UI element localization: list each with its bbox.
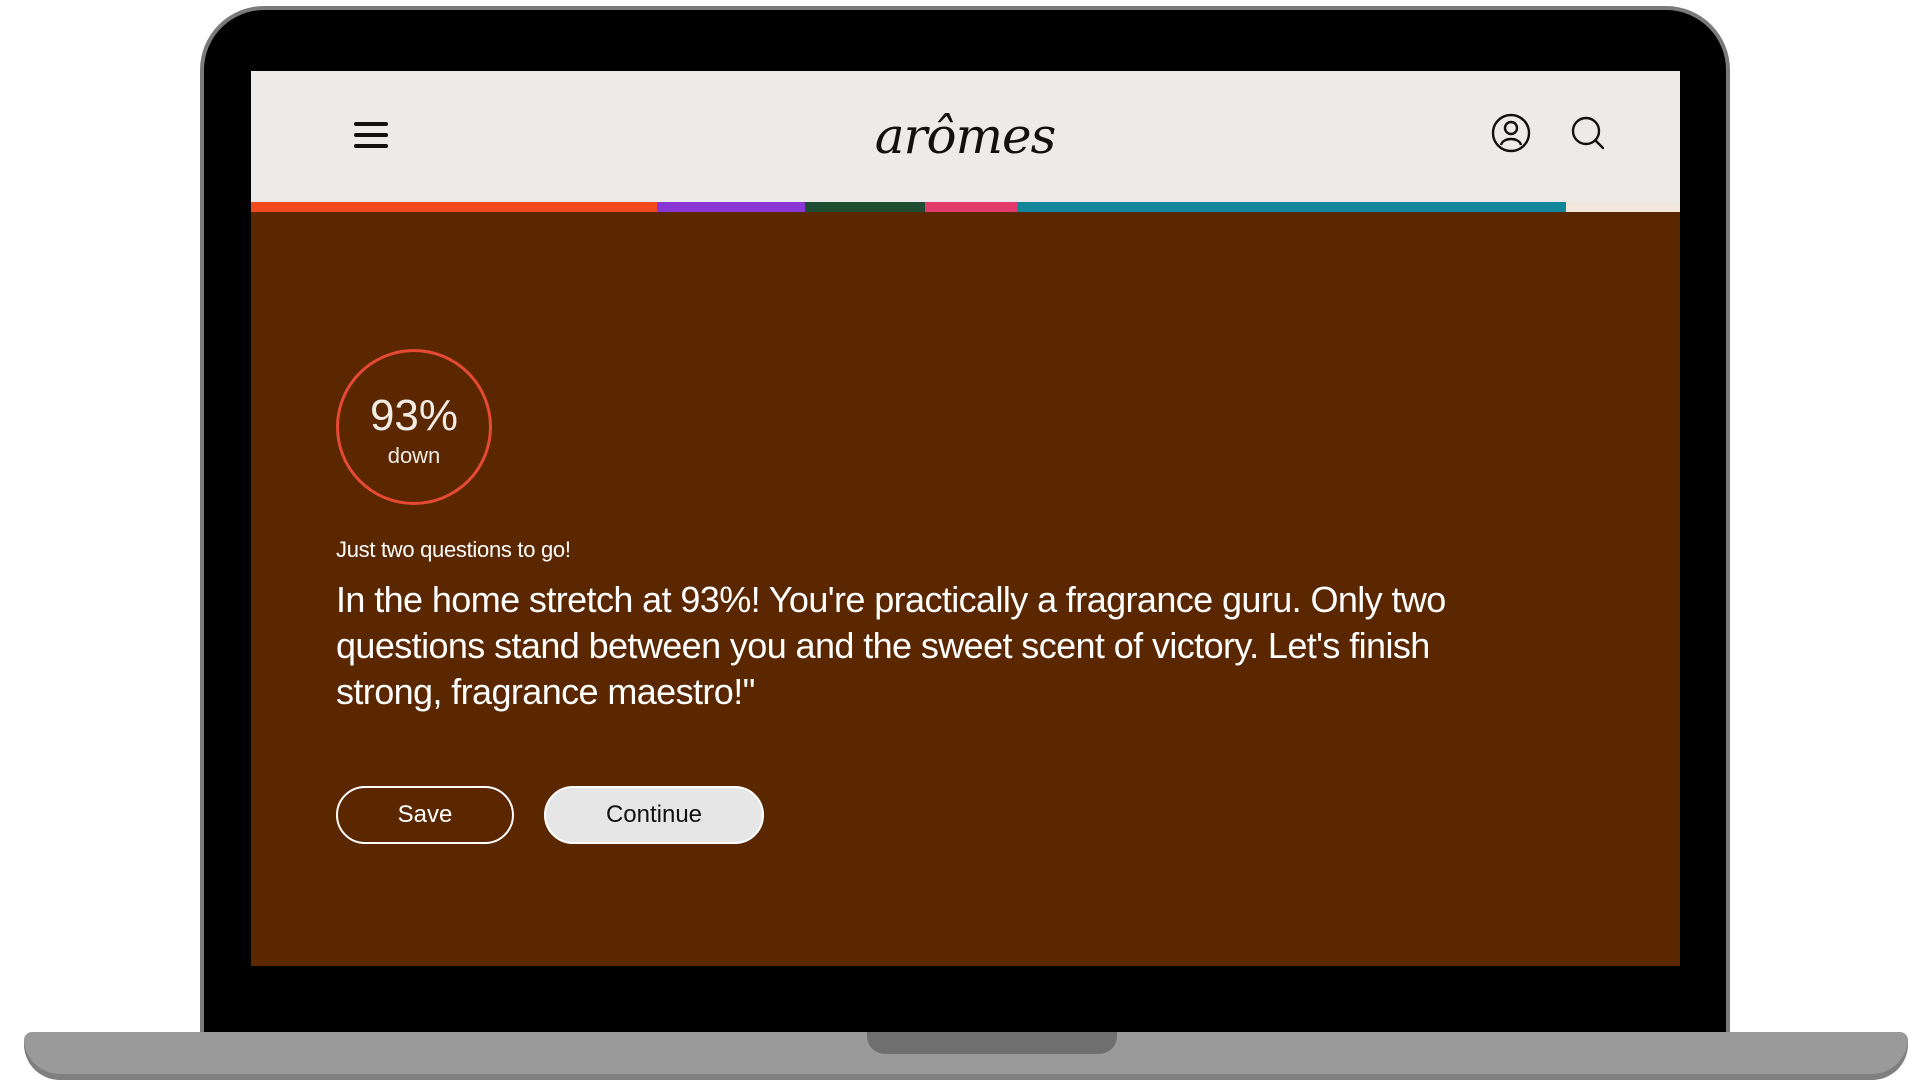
search-icon[interactable] [1566,111,1610,155]
progress-segment [805,202,926,212]
laptop-base [24,1032,1908,1080]
brand-logo[interactable]: arômes [865,101,1065,171]
hamburger-menu-icon[interactable] [351,118,391,152]
progress-segment [1565,202,1680,212]
device-mockup: arômes 93% down Just two questions to go [0,0,1920,1080]
quiz-subheading: Just two questions to go! [336,537,571,562]
progress-segment [656,202,806,212]
user-profile-icon[interactable] [1489,111,1533,155]
progress-segment [251,202,657,212]
continue-button[interactable]: Continue [544,786,764,844]
quiz-progress-strip [251,202,1680,212]
quiz-message: In the home stretch at 93%! You're pract… [336,579,1446,712]
progress-segment [925,202,1017,212]
progress-caption: down [387,443,441,468]
site-header: arômes [251,71,1680,202]
progress-ring: 93% down [336,349,492,505]
save-button[interactable]: Save [336,786,514,844]
app-screen: arômes 93% down Just two questions to go [251,71,1680,966]
laptop-notch [867,1032,1117,1054]
progress-percent: 93% [369,391,459,440]
progress-segment [1016,202,1566,212]
